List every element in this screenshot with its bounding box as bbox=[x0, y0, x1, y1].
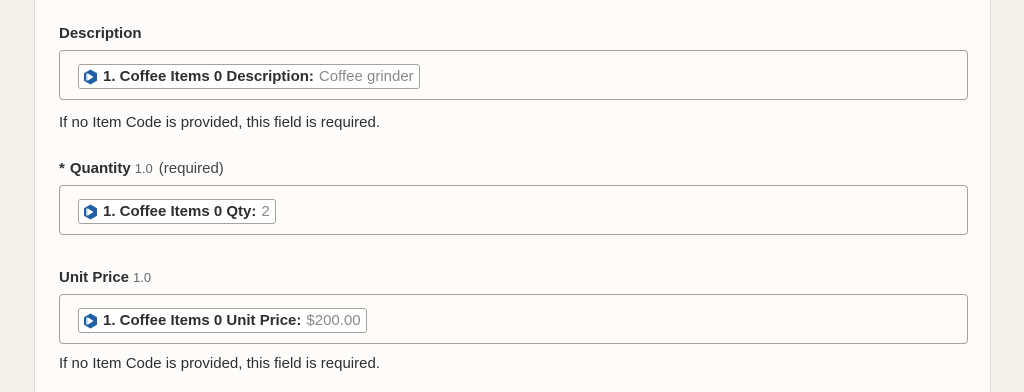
quantity-field: * Quantity 1.0 (required) 1. Coffee Items 0… bbox=[59, 159, 968, 235]
quantity-pill-value: 2 bbox=[261, 203, 270, 220]
unit-price-pill-label: 1. Coffee Items 0 Unit Price: bbox=[103, 312, 302, 329]
unit-price-label: Unit Price 1.0 bbox=[59, 268, 968, 288]
quantity-label: * Quantity 1.0 (required) bbox=[59, 159, 968, 179]
description-field: Description 1. Coffee Items 0 Descriptio… bbox=[59, 24, 968, 131]
description-help-text: If no Item Code is provided, this field … bbox=[59, 114, 380, 131]
description-mapped-value-pill[interactable]: 1. Coffee Items 0 Description: Coffee gr… bbox=[78, 64, 420, 89]
app-logo-icon bbox=[83, 313, 98, 329]
unit-price-pill-value: $200.00 bbox=[306, 312, 361, 329]
app-logo-icon bbox=[83, 204, 98, 220]
unit-price-mapped-value-pill[interactable]: 1. Coffee Items 0 Unit Price: $200.00 bbox=[78, 308, 367, 333]
quantity-label-text: Quantity bbox=[69, 160, 131, 177]
unit-price-label-text: Unit Price bbox=[59, 269, 130, 286]
quantity-pill-label: 1. Coffee Items 0 Qty: bbox=[103, 203, 257, 220]
quantity-version: 1.0 bbox=[134, 161, 153, 176]
description-label-text: Description bbox=[59, 25, 142, 42]
unit-price-input[interactable]: 1. Coffee Items 0 Unit Price: $200.00 bbox=[59, 294, 968, 344]
unit-price-version: 1.0 bbox=[133, 270, 152, 285]
form-panel: Description 1. Coffee Items 0 Descriptio… bbox=[34, 0, 991, 392]
quantity-input[interactable]: 1. Coffee Items 0 Qty: 2 bbox=[59, 185, 968, 235]
unit-price-help-text: If no Item Code is provided, this field … bbox=[59, 355, 380, 372]
description-label: Description bbox=[59, 24, 968, 44]
quantity-mapped-value-pill[interactable]: 1. Coffee Items 0 Qty: 2 bbox=[78, 199, 276, 224]
description-pill-value: Coffee grinder bbox=[318, 68, 414, 85]
unit-price-field: Unit Price 1.0 1. Coffee Items 0 Unit Pri… bbox=[59, 268, 968, 372]
required-marker: * bbox=[59, 160, 65, 177]
description-pill-label: 1. Coffee Items 0 Description: bbox=[103, 68, 314, 85]
quantity-required-text: (required) bbox=[158, 160, 224, 177]
description-input[interactable]: 1. Coffee Items 0 Description: Coffee gr… bbox=[59, 50, 968, 100]
app-logo-icon bbox=[83, 69, 98, 85]
